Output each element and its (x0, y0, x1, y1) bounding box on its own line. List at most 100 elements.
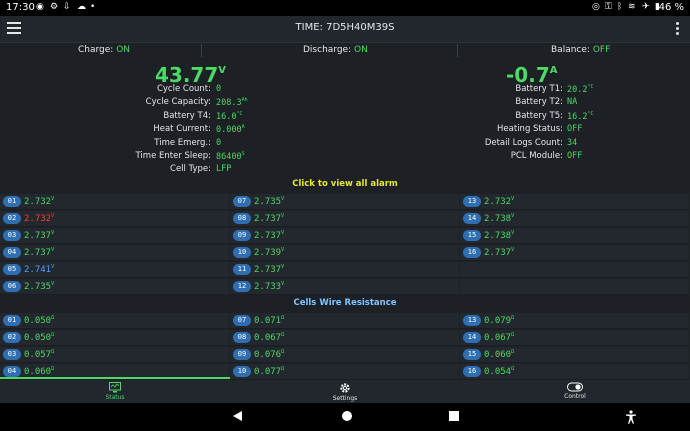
info-value: NA (567, 97, 578, 108)
cell-value: 0.050Ω (24, 315, 55, 326)
cell-row: 10 2.739V (230, 245, 459, 261)
info-label: Heating Status: (497, 124, 563, 135)
cell-value: 0.071Ω (254, 315, 285, 326)
system-navigation-bar (0, 403, 690, 431)
cell-row: 08 2.737V (230, 211, 459, 227)
info-value: LFP (216, 164, 232, 175)
info-label: Cycle Capacity: (145, 97, 211, 108)
info-label: PCL Module: (510, 151, 563, 161)
cell-number-badge: 07 (233, 196, 251, 207)
tab-settings-label: Settings (332, 395, 358, 402)
info-label: Battery T1: (515, 84, 563, 94)
system-status-bar: 17:30 ◉ ⚙ ⇩ ☁ • ◎ ⚿ ᛒ ≋ ✈ ▮ 46 % (0, 0, 690, 16)
more-options-icon[interactable] (676, 22, 680, 36)
active-tab-indicator (0, 377, 230, 379)
dot-icon: • (90, 2, 96, 12)
cell-row: 16 0.054Ω (460, 364, 689, 380)
cell-row: 04 2.737V (0, 245, 229, 261)
discharge-status: Discharge: ON (303, 45, 368, 55)
cell-number-badge: 07 (233, 315, 251, 326)
info-value: 208.3Ah (216, 97, 248, 109)
info-label: Battery T5: (515, 110, 563, 121)
cell-number-badge: 13 (463, 315, 481, 326)
cell-row: 09 0.076Ω (230, 347, 459, 363)
info-value: 20.2°C (567, 84, 594, 95)
divider (457, 44, 458, 57)
cell-value: 2.738V (484, 230, 515, 241)
recents-icon[interactable] (448, 410, 460, 422)
info-value: 34 (567, 137, 578, 148)
info-value: OFF (567, 151, 583, 161)
tab-settings[interactable]: Settings (230, 380, 460, 403)
cell-number-badge: 08 (233, 213, 251, 224)
cell-value: 0.067Ω (254, 332, 285, 343)
cell-row: 05 2.741V (0, 262, 229, 278)
balance-status: Balance: OFF (551, 45, 611, 55)
cell-row: 02 2.732V (0, 211, 229, 227)
cell-row: 14 0.067Ω (460, 330, 689, 346)
gear-icon (340, 383, 350, 393)
hamburger-menu-icon[interactable] (7, 22, 21, 34)
cell-value: 0.077Ω (254, 366, 285, 377)
cell-value: 0.079Ω (484, 315, 515, 326)
cell-value: 2.739V (254, 247, 285, 258)
cell-row: 08 0.067Ω (230, 330, 459, 346)
accessibility-icon[interactable] (625, 410, 637, 424)
info-label: Heat Current: (153, 124, 211, 135)
tab-control-label: Control (564, 393, 586, 400)
info-label: Time Emerg.: (154, 137, 211, 148)
cell-number-badge: 15 (463, 349, 481, 360)
cell-number-badge: 14 (463, 213, 481, 224)
cell-value: 2.737V (254, 213, 285, 224)
switch-status-row: Charge: ON Discharge: ON Balance: OFF (0, 42, 690, 58)
cell-row: 07 0.071Ω (230, 313, 459, 329)
bottom-navigation: Status Settings Control (0, 380, 690, 403)
cell-row: 13 2.732V (460, 194, 689, 210)
cell-number-badge: 16 (463, 366, 481, 377)
battery-percent: 46 % (658, 2, 684, 13)
cell-value: 0.060Ω (24, 366, 55, 377)
cell-value: 2.737V (254, 230, 285, 241)
cell-number-badge: 01 (3, 315, 21, 326)
cell-number-badge: 01 (3, 196, 21, 207)
app-bar: TIME: 7D5H40M39S (0, 16, 690, 43)
info-value: OFF (567, 124, 583, 135)
info-label: Time Enter Sleep: (135, 151, 212, 161)
cell-value: 0.050Ω (24, 332, 55, 343)
info-value: 16.2°C (567, 110, 594, 122)
info-label: Cycle Count: (156, 84, 211, 94)
cell-value: 2.737V (24, 247, 55, 258)
info-label: Detail Logs Count: (484, 137, 563, 148)
cell-number-badge: 13 (463, 196, 481, 207)
cell-value: 0.060Ω (484, 349, 515, 360)
tab-control[interactable]: Control (460, 380, 690, 403)
home-icon[interactable] (341, 410, 353, 422)
camera-notification-icon: ◉ (36, 2, 44, 12)
info-label: Battery T4: (163, 110, 211, 121)
info-label: Cell Type: (170, 164, 211, 175)
cell-row: 12 2.733V (230, 279, 459, 295)
view-alarms-link[interactable]: Click to view all alarm (0, 179, 690, 189)
discharge-value: ON (354, 45, 368, 55)
cell-row: 15 2.738V (460, 228, 689, 244)
cell-value: 2.732V (484, 196, 515, 207)
cell-number-badge: 02 (3, 332, 21, 343)
cell-number-badge: 14 (463, 332, 481, 343)
clock: 17:30 (6, 2, 35, 13)
tab-status[interactable]: Status (0, 380, 230, 403)
download-notification-icon: ⇩ (63, 2, 71, 12)
info-value: 0.000A (216, 124, 245, 136)
cell-row: 01 2.732V (0, 194, 229, 210)
cell-value: 2.735V (24, 281, 55, 292)
cell-value: 2.741V (24, 264, 55, 275)
cell-value: 2.738V (484, 213, 515, 224)
cell-row: 03 0.057Ω (0, 347, 229, 363)
divider (201, 44, 202, 57)
cell-number-badge: 10 (233, 366, 251, 377)
cell-value: 2.732V (24, 213, 55, 224)
cell-number-badge: 16 (463, 247, 481, 258)
tab-status-label: Status (105, 394, 125, 401)
back-icon[interactable] (232, 410, 244, 422)
cell-row: 09 2.737V (230, 228, 459, 244)
cell-number-badge: 09 (233, 349, 251, 360)
